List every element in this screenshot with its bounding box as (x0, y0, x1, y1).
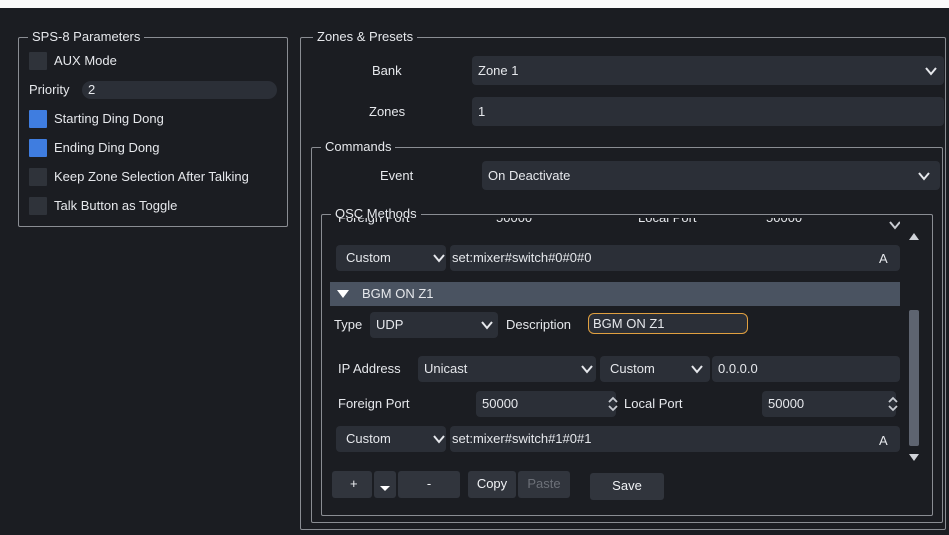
partial-foreign-port-label: Foreign Port (338, 218, 410, 226)
starting-ding-dong-label: Starting Ding Dong (54, 111, 164, 126)
remove-method-button[interactable]: - (398, 471, 460, 498)
keep-zone-selection-checkbox[interactable] (29, 168, 47, 186)
method0-command-mode-chevron-down-icon[interactable] (432, 251, 446, 265)
method1-description-input[interactable]: BGM ON Z1 (588, 313, 748, 334)
method1-local-port-spinner-icon[interactable] (888, 396, 898, 412)
method1-description-label: Description (506, 317, 572, 332)
talk-button-toggle-checkbox[interactable] (29, 197, 47, 215)
talk-button-toggle-label: Talk Button as Toggle (54, 198, 178, 213)
bank-label: Bank (372, 63, 402, 78)
partial-local-port-value: 50000 (766, 218, 802, 226)
aux-mode-checkbox[interactable] (29, 52, 47, 70)
osc-methods-scrollbar[interactable] (906, 222, 922, 462)
scroll-up-arrow-icon[interactable] (909, 228, 919, 240)
zones-input[interactable]: 1 (472, 97, 944, 126)
method1-expand-triangle-icon[interactable] (336, 287, 350, 301)
method1-type-label: Type (334, 317, 363, 332)
ending-ding-dong-label: Ending Ding Dong (54, 140, 160, 155)
method1-command-mode-chevron-down-icon[interactable] (432, 432, 446, 446)
partial-foreign-port-value: 50000 (496, 218, 532, 226)
event-chevron-down-icon[interactable] (917, 169, 931, 183)
paste-button[interactable]: Paste (518, 471, 570, 498)
priority-label: Priority (29, 82, 70, 97)
window-top-bar (0, 0, 949, 8)
event-select[interactable]: On Deactivate (482, 161, 940, 190)
method1-command-suffix: A (879, 433, 888, 448)
method1-foreign-port-input[interactable]: 50000 (476, 391, 616, 417)
method1-foreign-port-label: Foreign Port (338, 396, 410, 411)
method1-local-port-input[interactable]: 50000 (762, 391, 896, 417)
save-button[interactable]: Save (590, 473, 664, 500)
partial-spinner-chevron-icon[interactable] (888, 220, 900, 234)
event-label: Event (380, 168, 414, 183)
copy-button[interactable]: Copy (468, 471, 516, 498)
method1-header-label: BGM ON Z1 (362, 286, 434, 301)
method0-command-mode-select[interactable]: Custom (336, 245, 446, 271)
method1-ip-mode-chevron-down-icon[interactable] (580, 362, 594, 376)
method1-ip-preset-chevron-down-icon[interactable] (690, 362, 704, 376)
bank-select[interactable]: Zone 1 (472, 56, 944, 85)
method1-type-select[interactable]: UDP (370, 312, 498, 338)
sps8-parameters-title: SPS-8 Parameters (28, 30, 145, 44)
method1-command-mode-select[interactable]: Custom (336, 426, 446, 452)
method1-local-port-label: Local Port (624, 396, 683, 411)
zones-label: Zones (369, 104, 406, 119)
method1-foreign-port-spinner-icon[interactable] (608, 396, 618, 412)
osc-methods-scroll-area[interactable]: Foreign Port 50000 Local Port 50000 Cust… (326, 218, 900, 464)
aux-mode-label: AUX Mode (54, 53, 117, 68)
scroll-thumb[interactable] (909, 310, 919, 446)
method1-type-chevron-down-icon[interactable] (480, 318, 494, 332)
keep-zone-selection-label: Keep Zone Selection After Talking (54, 169, 249, 184)
method1-ip-label: IP Address (338, 361, 401, 376)
ending-ding-dong-checkbox[interactable] (29, 139, 47, 157)
partial-local-port-label: Local Port (638, 218, 697, 226)
priority-input[interactable]: 2 (82, 81, 277, 99)
scroll-down-arrow-icon[interactable] (909, 450, 919, 461)
method0-command-input[interactable]: set:mixer#switch#0#0#0 (450, 245, 900, 271)
commands-title: Commands (321, 140, 396, 154)
bank-chevron-down-icon[interactable] (924, 64, 938, 78)
method0-command-suffix: A (879, 251, 888, 266)
method1-command-input[interactable]: set:mixer#switch#1#0#1 (450, 426, 900, 452)
add-method-dropdown-icon[interactable] (374, 471, 396, 498)
starting-ding-dong-checkbox[interactable] (29, 110, 47, 128)
method1-ip-input[interactable]: 0.0.0.0 (712, 356, 900, 382)
method1-ip-mode-select[interactable]: Unicast (418, 356, 596, 382)
add-method-button[interactable]: + (332, 471, 372, 498)
zones-presets-title: Zones & Presets (313, 30, 418, 44)
